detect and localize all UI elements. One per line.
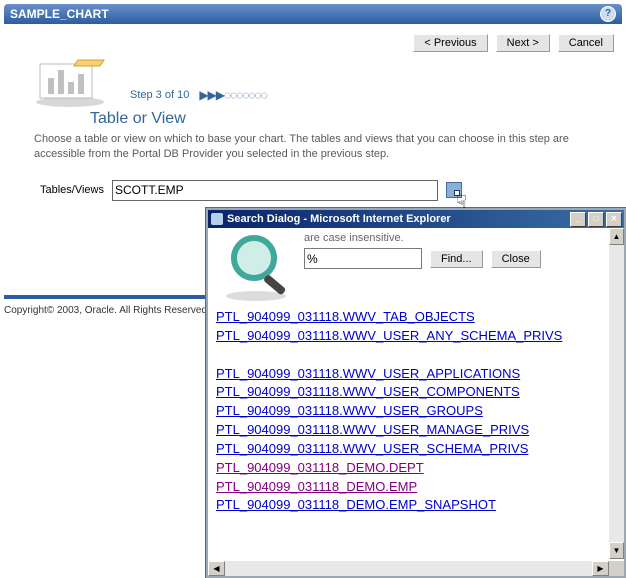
search-result-link[interactable]: PTL_904099_031118.WWV_USER_APPLICATIONS — [216, 366, 520, 381]
step-indicator: Step 3 of 10 ▶▶▶◌◌◌◌◌◌◌ — [130, 88, 267, 108]
vertical-scrollbar[interactable]: ▲ ▼ — [609, 228, 624, 559]
step-label: Step 3 of 10 — [130, 89, 189, 101]
search-dialog-title: Search Dialog - Microsoft Internet Explo… — [227, 213, 568, 225]
minimize-button[interactable]: _ — [570, 212, 586, 227]
search-input[interactable] — [304, 248, 422, 269]
search-result-link[interactable]: PTL_904099_031118.WWV_USER_MANAGE_PRIVS — [216, 422, 529, 437]
scroll-right-icon[interactable]: ▶ — [592, 561, 609, 576]
search-result-link[interactable]: PTL_904099_031118_DEMO.EMP_SNAPSHOT — [216, 497, 496, 512]
section-heading: Table or View — [90, 110, 596, 128]
close-button[interactable]: Close — [491, 250, 541, 268]
scroll-down-icon[interactable]: ▼ — [609, 542, 624, 559]
case-insensitive-label: are case insensitive. — [304, 232, 620, 244]
scroll-left-icon[interactable]: ◀ — [208, 561, 225, 576]
scroll-corner — [609, 561, 624, 576]
help-icon[interactable]: ? — [600, 6, 616, 22]
ie-logo-icon — [211, 213, 223, 225]
search-result-link[interactable]: PTL_904099_031118.WWV_USER_SCHEMA_PRIVS — [216, 441, 528, 456]
section-description: Choose a table or view on which to base … — [30, 132, 596, 162]
maximize-button[interactable]: □ — [588, 212, 604, 227]
search-result-link[interactable]: PTL_904099_031118_DEMO.DEPT — [216, 460, 424, 475]
horizontal-scrollbar[interactable]: ◀ ▶ — [208, 561, 609, 576]
tables-views-label: Tables/Views — [40, 184, 104, 196]
scroll-track[interactable] — [609, 245, 624, 542]
search-result-link[interactable]: PTL_904099_031118.WWV_USER_ANY_SCHEMA_PR… — [216, 328, 562, 343]
scroll-track[interactable] — [225, 561, 592, 576]
wizard-title: SAMPLE_CHART — [10, 4, 109, 24]
wizard-titlebar: SAMPLE_CHART ? — [4, 4, 622, 24]
next-button[interactable]: Next > — [496, 34, 550, 52]
search-dialog-titlebar[interactable]: Search Dialog - Microsoft Internet Explo… — [208, 210, 624, 228]
wizard-button-row: < Previous Next > Cancel — [0, 24, 626, 56]
cancel-button[interactable]: Cancel — [558, 34, 614, 52]
search-dialog-window: Search Dialog - Microsoft Internet Explo… — [206, 208, 626, 578]
search-result-link[interactable]: PTL_904099_031118.WWV_USER_COMPONENTS — [216, 384, 520, 399]
close-window-button[interactable]: ✕ — [606, 212, 622, 227]
search-result-link[interactable]: PTL_904099_031118.WWV_TAB_OBJECTS — [216, 309, 475, 324]
find-button[interactable]: Find... — [430, 250, 483, 268]
magnifier-icon — [212, 232, 298, 302]
search-result-link[interactable]: PTL_904099_031118.WWV_USER_GROUPS — [216, 403, 483, 418]
tables-views-input[interactable] — [112, 180, 438, 201]
search-result-link[interactable]: PTL_904099_031118_DEMO.EMP — [216, 479, 417, 494]
search-results-list: PTL_904099_031118.WWV_TAB_OBJECTS PTL_904… — [208, 304, 624, 570]
scroll-up-icon[interactable]: ▲ — [609, 228, 624, 245]
list-of-values-icon[interactable] — [446, 182, 462, 198]
step-dots-icon: ▶▶▶◌◌◌◌◌◌◌ — [199, 88, 267, 102]
chart-wizard-icon — [30, 56, 110, 108]
previous-button[interactable]: < Previous — [413, 34, 487, 52]
